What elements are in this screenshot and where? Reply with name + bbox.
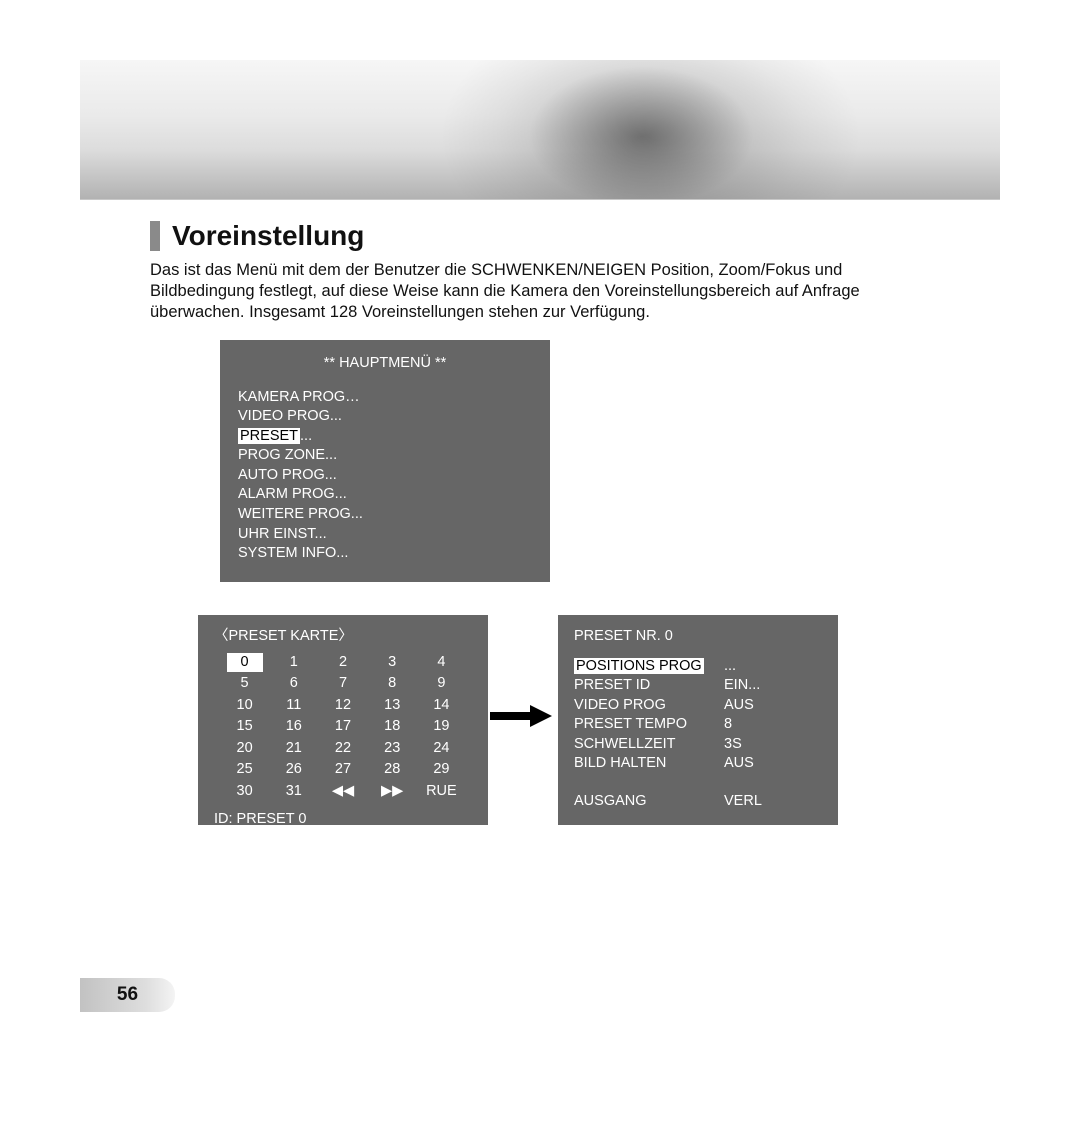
heading-bar-icon <box>150 221 160 251</box>
preset-map-title: 〈PRESET KARTE〉 <box>214 627 472 647</box>
preset-detail-row[interactable]: PRESET ID EIN... <box>574 676 822 696</box>
preset-cell[interactable]: 3 <box>368 653 417 673</box>
preset-cell[interactable]: 18 <box>368 717 417 737</box>
preset-cell[interactable]: 26 <box>269 760 318 780</box>
preset-cell-selected[interactable]: 0 <box>227 653 263 673</box>
preset-cell[interactable]: 17 <box>318 717 367 737</box>
main-menu-item-preset[interactable]: PRESET... <box>238 427 532 447</box>
body-paragraph: Das ist das Menü mit dem der Benutzer di… <box>150 260 920 323</box>
preset-cell[interactable]: 19 <box>417 717 466 737</box>
main-menu-highlight: PRESET <box>238 428 300 444</box>
preset-row-label: SCHWELLZEIT <box>574 735 724 755</box>
section-heading: Voreinstellung <box>150 220 364 252</box>
preset-cell[interactable]: 2 <box>318 653 367 673</box>
preset-cell[interactable]: 31 <box>269 782 318 802</box>
preset-cell[interactable]: 12 <box>318 696 367 716</box>
preset-cell[interactable]: 8 <box>368 674 417 694</box>
preset-exit-label: AUSGANG <box>574 792 724 812</box>
preset-row-value: EIN... <box>724 676 760 696</box>
preset-row-value: ... <box>724 657 736 677</box>
preset-cell[interactable]: 5 <box>220 674 269 694</box>
main-menu-item[interactable]: KAMERA PROG… <box>238 388 532 408</box>
preset-cell[interactable]: 24 <box>417 739 466 759</box>
preset-row-label: VIDEO PROG <box>574 696 724 716</box>
preset-row-value: AUS <box>724 696 754 716</box>
preset-cell[interactable]: 13 <box>368 696 417 716</box>
preset-cell[interactable]: 25 <box>220 760 269 780</box>
main-menu-item[interactable]: UHR EINST... <box>238 525 532 545</box>
lens-banner-image <box>80 60 1000 200</box>
preset-grid: 0 1 2 3 4 5 6 7 8 9 10 11 12 13 14 15 16… <box>220 653 466 802</box>
preset-detail-row[interactable]: BILD HALTEN AUS <box>574 754 822 774</box>
preset-page-prev-icon[interactable]: ◀◀ <box>318 782 367 802</box>
preset-cell[interactable]: 14 <box>417 696 466 716</box>
preset-id-line: ID: PRESET 0 <box>214 810 472 830</box>
preset-row-value: AUS <box>724 754 754 774</box>
preset-return-button[interactable]: RUE <box>417 782 466 802</box>
main-menu-item[interactable]: WEITERE PROG... <box>238 505 532 525</box>
preset-cell[interactable]: 9 <box>417 674 466 694</box>
preset-cell[interactable]: 10 <box>220 696 269 716</box>
preset-detail-title: PRESET NR. 0 <box>574 627 822 647</box>
preset-cell[interactable]: 27 <box>318 760 367 780</box>
preset-detail-row[interactable]: POSITIONS PROG ... <box>574 657 822 677</box>
arrow-right-icon <box>490 705 554 727</box>
preset-page-next-icon[interactable]: ▶▶ <box>368 782 417 802</box>
preset-row-label: PRESET TEMPO <box>574 715 724 735</box>
preset-detail-row[interactable]: VIDEO PROG AUS <box>574 696 822 716</box>
preset-cell[interactable]: 29 <box>417 760 466 780</box>
preset-cell[interactable]: 20 <box>220 739 269 759</box>
preset-cell[interactable]: 4 <box>417 653 466 673</box>
preset-map-panel: 〈PRESET KARTE〉 0 1 2 3 4 5 6 7 8 9 10 11… <box>198 615 488 825</box>
main-menu-item[interactable]: SYSTEM INFO... <box>238 544 532 564</box>
preset-row-label-highlight: POSITIONS PROG <box>574 658 704 674</box>
preset-cell[interactable]: 1 <box>269 653 318 673</box>
preset-cell[interactable]: 16 <box>269 717 318 737</box>
preset-row-label: BILD HALTEN <box>574 754 724 774</box>
main-menu-item[interactable]: VIDEO PROG... <box>238 407 532 427</box>
preset-row-label: PRESET ID <box>574 676 724 696</box>
preset-detail-row[interactable]: PRESET TEMPO 8 <box>574 715 822 735</box>
preset-cell[interactable]: 7 <box>318 674 367 694</box>
main-menu-title: ** HAUPTMENÜ ** <box>238 354 532 374</box>
preset-detail-row[interactable]: SCHWELLZEIT 3S <box>574 735 822 755</box>
preset-cell[interactable]: 28 <box>368 760 417 780</box>
preset-cell[interactable]: 15 <box>220 717 269 737</box>
main-menu-panel: ** HAUPTMENÜ ** KAMERA PROG… VIDEO PROG.… <box>220 340 550 582</box>
preset-exit-row[interactable]: AUSGANG VERL <box>574 792 822 812</box>
main-menu-item[interactable]: PROG ZONE... <box>238 446 532 466</box>
preset-detail-panel: PRESET NR. 0 POSITIONS PROG ... PRESET I… <box>558 615 838 825</box>
preset-cell[interactable]: 22 <box>318 739 367 759</box>
main-menu-item[interactable]: ALARM PROG... <box>238 485 532 505</box>
page-number-tab: 56 <box>80 978 175 1012</box>
main-menu-item[interactable]: AUTO PROG... <box>238 466 532 486</box>
preset-cell[interactable]: 30 <box>220 782 269 802</box>
preset-cell[interactable]: 11 <box>269 696 318 716</box>
heading-text: Voreinstellung <box>172 220 364 252</box>
preset-row-value: 8 <box>724 715 732 735</box>
preset-cell[interactable]: 21 <box>269 739 318 759</box>
preset-cell[interactable]: 6 <box>269 674 318 694</box>
preset-exit-value: VERL <box>724 792 762 812</box>
preset-cell[interactable]: 23 <box>368 739 417 759</box>
preset-row-value: 3S <box>724 735 742 755</box>
page-number: 56 <box>117 984 138 1006</box>
